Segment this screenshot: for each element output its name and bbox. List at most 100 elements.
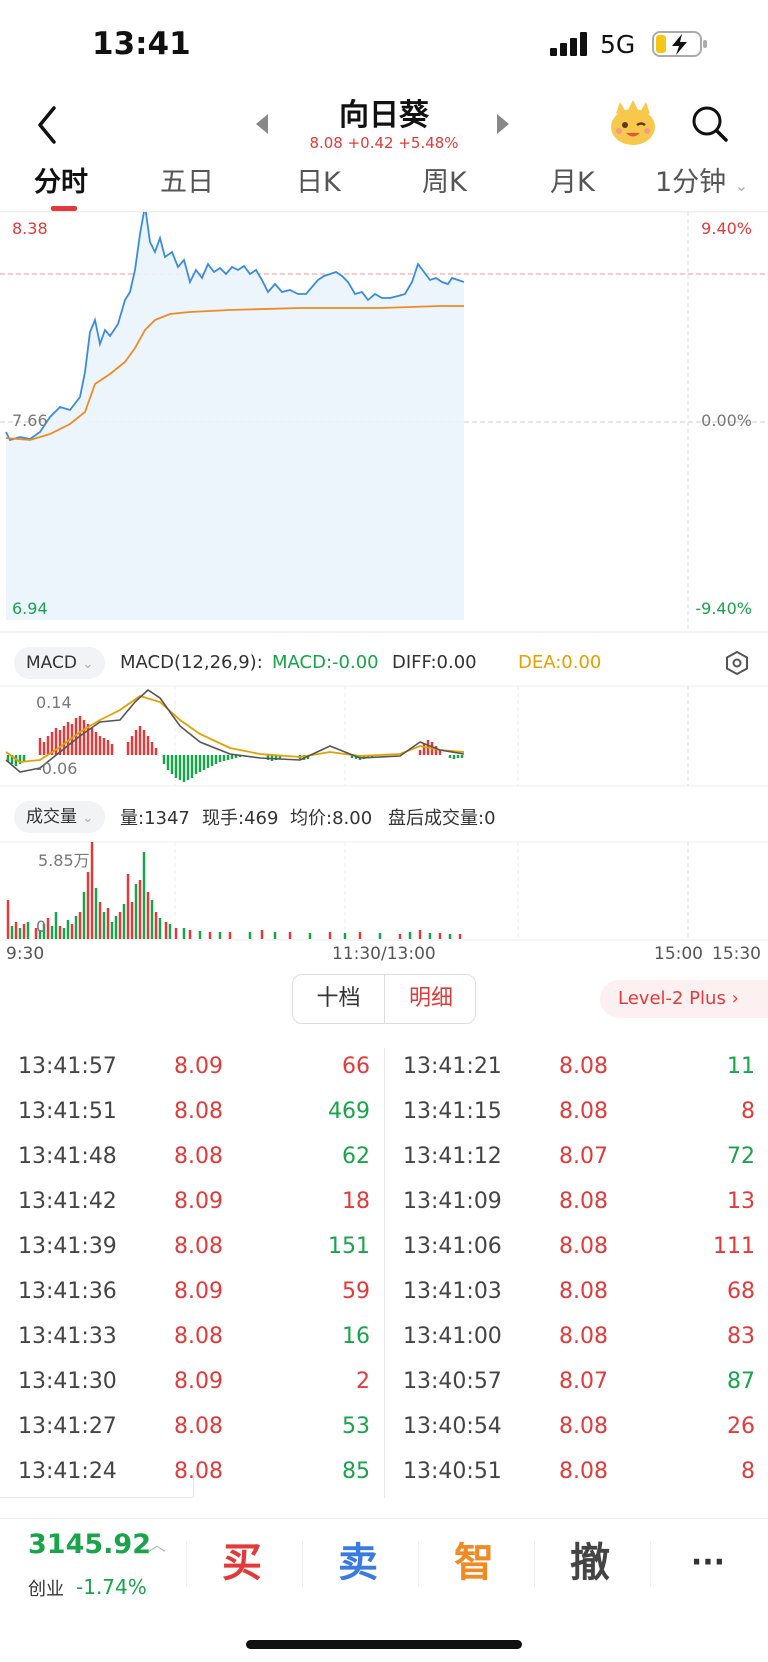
time-axis-start: 9:30 [6, 944, 45, 964]
trade-price: 8.09 [174, 1279, 223, 1304]
tab-intraday[interactable]: 分时 [34, 160, 88, 199]
price-mid-label: 7.66 [12, 411, 48, 430]
trade-volume: 72 [727, 1144, 755, 1169]
volume-selector[interactable]: 成交量 ⌄ [14, 801, 106, 833]
trade-price: 8.09 [174, 1054, 223, 1079]
macd-selector[interactable]: MACD ⌄ [14, 647, 106, 679]
tab-weekly-k[interactable]: 周K [422, 160, 467, 199]
settings-hex-icon[interactable] [724, 650, 750, 676]
trade-price: 8.07 [559, 1144, 608, 1169]
level2-label: Level-2 Plus [618, 988, 726, 1009]
time-axis-1500: 15:00 [654, 944, 703, 964]
time-axis: 9:30 11:30/13:00 15:00 15:30 [0, 940, 768, 970]
trade-price: 8.08 [559, 1414, 608, 1439]
trade-time: 13:41:27 [18, 1414, 117, 1439]
trade-price: 8.08 [559, 1189, 608, 1214]
prev-stock-icon[interactable] [252, 112, 272, 136]
search-icon[interactable] [690, 104, 730, 144]
after-hours-volume: 盘后成交量:0 [388, 808, 496, 829]
macd-bottom-label: -0.06 [36, 759, 77, 778]
volume-amount: 量:1347 [120, 808, 190, 829]
stock-header: 向日葵 8.08 +0.42 +5.48% [0, 90, 768, 160]
sell-button[interactable]: 卖 [300, 1533, 416, 1593]
trade-time: 13:41:48 [18, 1144, 117, 1169]
stock-quote: 8.08 +0.42 +5.48% [309, 134, 459, 152]
tab-daily-k[interactable]: 日K [296, 160, 341, 199]
trade-row: 13:41:57 8.09 66 [0, 1048, 384, 1093]
trade-volume: 2 [356, 1369, 370, 1394]
trade-time: 13:40:51 [403, 1459, 502, 1484]
buy-button[interactable]: 买 [184, 1533, 300, 1593]
avg-price: 均价:8.00 [290, 808, 373, 829]
trade-volume: 83 [727, 1324, 755, 1349]
tab-ten-levels[interactable]: 十档 [293, 975, 385, 1023]
home-indicator [246, 1640, 522, 1649]
trade-row: 13:41:27 8.08 53 [0, 1408, 384, 1453]
trade-row: 13:41:21 8.08 11 [385, 1048, 768, 1093]
trade-row: 13:41:39 8.08 151 [0, 1228, 384, 1273]
trade-row: 13:41:51 8.08 469 [0, 1093, 384, 1138]
trade-volume: 16 [342, 1324, 370, 1349]
trade-time: 13:41:42 [18, 1189, 117, 1214]
trade-price: 8.09 [174, 1369, 223, 1394]
next-stock-icon[interactable] [493, 112, 513, 136]
pct-low-label: -9.40% [695, 599, 752, 618]
trade-time: 13:41:12 [403, 1144, 502, 1169]
trade-volume: 87 [727, 1369, 755, 1394]
status-bar: 13:41 5G [0, 0, 768, 90]
back-arrow-icon[interactable] [28, 100, 68, 150]
chevron-down-icon: ⌄ [82, 657, 94, 672]
trade-price: 8.09 [174, 1189, 223, 1214]
tab-one-minute[interactable]: 1分钟 ⌄ [655, 160, 748, 199]
trade-row: 13:40:51 8.08 8 [385, 1453, 768, 1498]
trade-row: 13:41:36 8.09 59 [0, 1273, 384, 1318]
trade-price: 8.08 [174, 1459, 223, 1484]
trade-price: 8.08 [559, 1234, 608, 1259]
trade-time: 13:40:57 [403, 1369, 502, 1394]
index-name: 创业 [28, 1579, 64, 1600]
more-button[interactable]: ··· [650, 1533, 766, 1593]
trade-row: 13:41:09 8.08 13 [385, 1183, 768, 1228]
macd-params: MACD(12,26,9): [120, 652, 263, 673]
trade-row: 13:41:12 8.07 72 [385, 1138, 768, 1183]
trade-time: 13:41:21 [403, 1054, 502, 1079]
pct-mid-label: 0.00% [701, 411, 752, 430]
index-change: -1.74% [76, 1575, 147, 1599]
price-high-label: 8.38 [12, 219, 48, 238]
trade-time: 13:41:33 [18, 1324, 117, 1349]
trade-time: 13:41:30 [18, 1369, 117, 1394]
chevron-right-icon: › [731, 988, 739, 1009]
trade-row: 13:41:30 8.09 2 [0, 1363, 384, 1408]
smart-button[interactable]: 智 [416, 1533, 532, 1593]
trade-volume: 26 [727, 1414, 755, 1439]
trades-right-column: 13:41:21 8.08 11 13:41:15 8.08 8 13:41:12 8.07 7… [384, 1048, 768, 1498]
trade-price: 8.08 [559, 1459, 608, 1484]
index-value[interactable]: 3145.92 [28, 1529, 151, 1560]
volume-max-label: 5.85万 [38, 851, 90, 870]
stock-name: 向日葵 [339, 98, 429, 133]
trades-left-column: 13:41:57 8.09 66 13:41:51 8.08 469 13:41:48 8.0… [0, 1048, 384, 1498]
chevron-up-icon[interactable]: ︿ [148, 1531, 166, 1557]
tab-one-minute-label: 1分钟 [655, 167, 727, 198]
tab-trade-details[interactable]: 明细 [385, 975, 475, 1023]
trade-price: 8.08 [174, 1144, 223, 1169]
tab-five-day[interactable]: 五日 [160, 160, 214, 199]
trade-time: 13:41:39 [18, 1234, 117, 1259]
trade-price: 8.08 [559, 1099, 608, 1124]
pct-high-label: 9.40% [701, 219, 752, 238]
trade-price: 8.08 [559, 1279, 608, 1304]
mascot-icon[interactable] [608, 98, 658, 148]
network-type: 5G [600, 30, 636, 59]
trade-volume: 11 [727, 1054, 755, 1079]
trade-volume: 111 [713, 1234, 755, 1259]
tab-monthly-k[interactable]: 月K [550, 160, 595, 199]
macd-selector-label: MACD [26, 653, 77, 673]
trade-row: 13:41:06 8.08 111 [385, 1228, 768, 1273]
trade-price: 8.08 [174, 1414, 223, 1439]
trade-row: 13:41:48 8.08 62 [0, 1138, 384, 1183]
cancel-order-button[interactable]: 撤 [532, 1533, 648, 1593]
trade-price: 8.08 [174, 1099, 223, 1124]
trade-row: 13:41:00 8.08 83 [385, 1318, 768, 1363]
diff-value: DIFF:0.00 [392, 652, 477, 673]
level2-plus-button[interactable]: Level-2 Plus › [600, 980, 768, 1018]
